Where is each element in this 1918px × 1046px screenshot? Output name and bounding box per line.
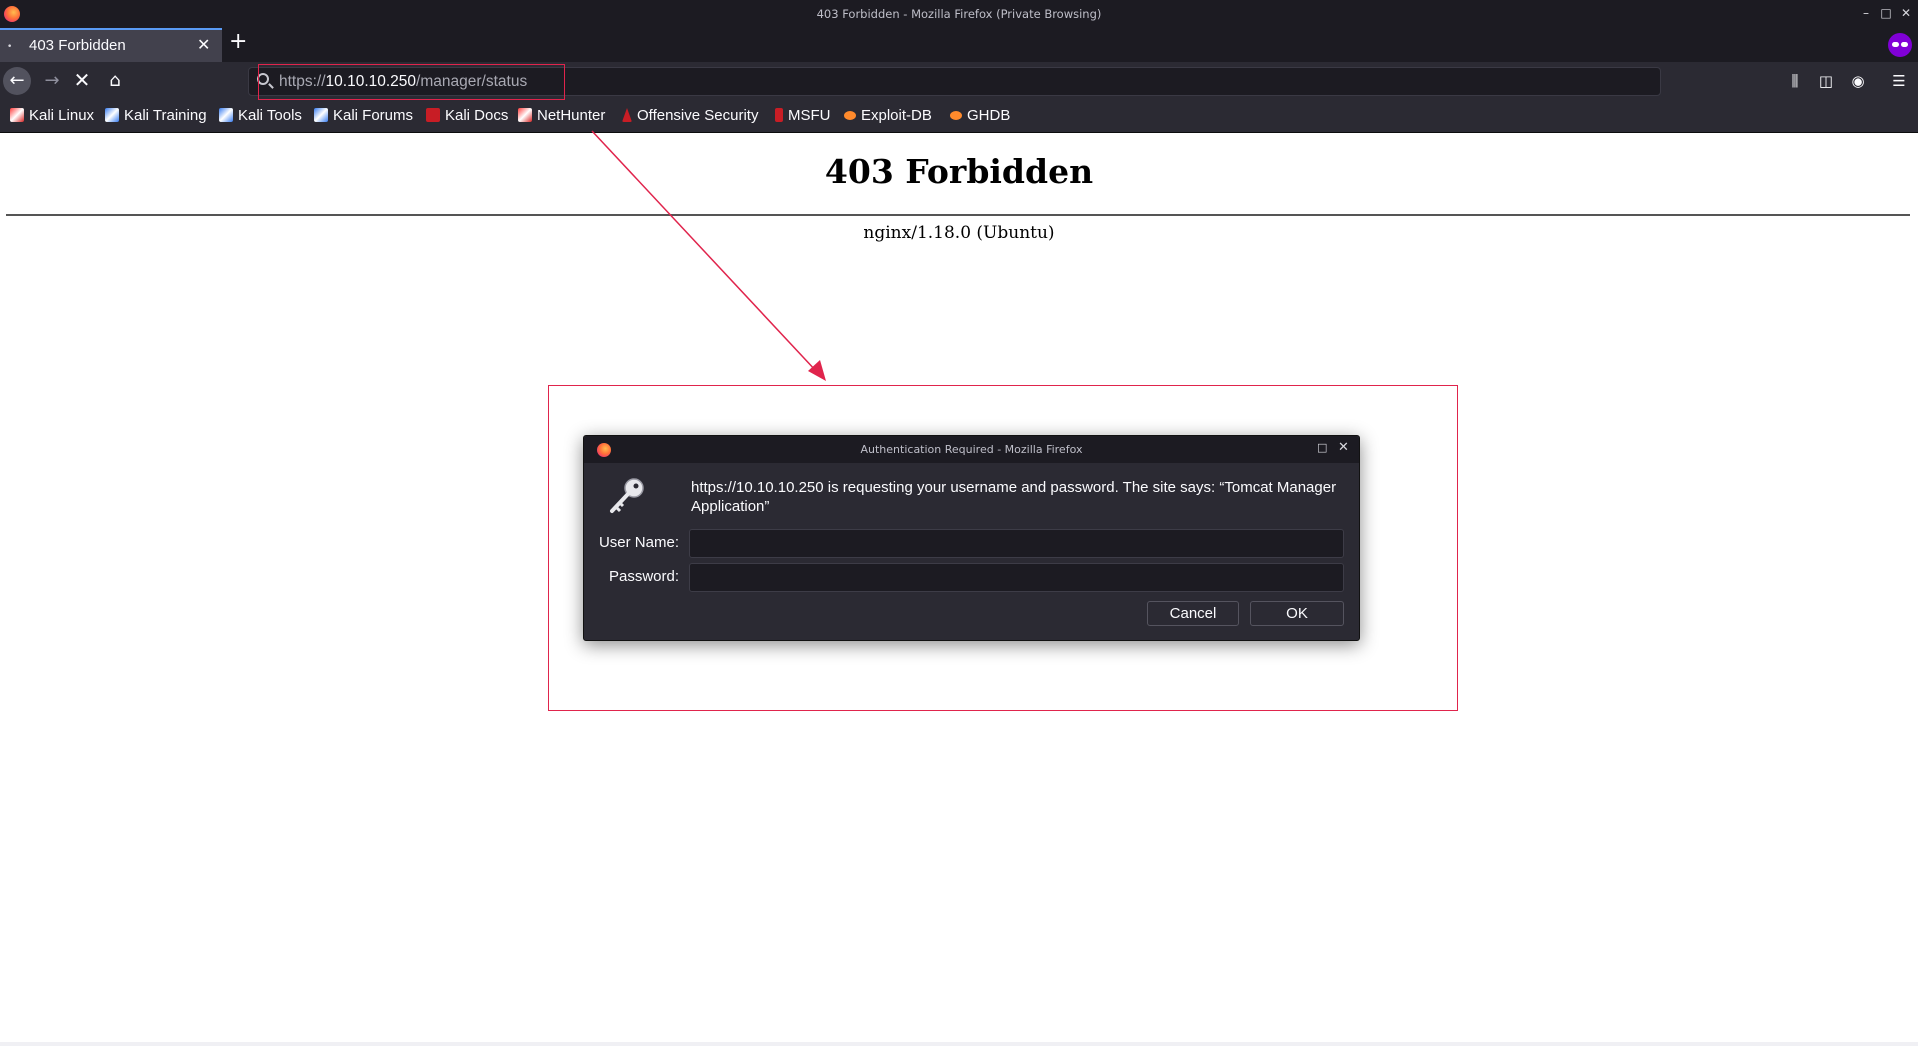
home-button[interactable]: ⌂	[101, 67, 129, 95]
page-heading: 403 Forbidden	[824, 152, 1094, 191]
menu-icon[interactable]: ☰	[1889, 72, 1909, 90]
bookmark-label: GHDB	[967, 107, 1011, 124]
window-close-button[interactable]: ✕	[1898, 6, 1914, 20]
stop-button[interactable]: ✕	[68, 67, 96, 95]
bookmark-label: NetHunter	[537, 107, 606, 124]
dialog-title: Authentication Required - Mozilla Firefo…	[860, 443, 1083, 456]
bookmark-offensive-security[interactable]: Offensive Security	[622, 107, 758, 127]
password-label: Password:	[608, 568, 679, 585]
library-icon[interactable]: ⫼	[1785, 72, 1805, 90]
bookmarks-toolbar: Kali Linux Kali Training Kali Tools Kali…	[0, 100, 1918, 133]
username-field[interactable]	[689, 529, 1344, 558]
kali-icon	[219, 108, 233, 122]
bookmark-label: Kali Tools	[238, 107, 302, 124]
url-scheme: https://	[279, 73, 326, 90]
loading-dot-icon: •	[7, 42, 13, 52]
bookmark-label: MSFU	[788, 107, 831, 124]
window-title: 403 Forbidden - Mozilla Firefox (Private…	[816, 7, 1102, 21]
bookmark-label: Kali Forums	[333, 107, 414, 124]
dialog-message: https://10.10.10.250 is requesting your …	[691, 479, 1337, 515]
maximize-button[interactable]: □	[1878, 6, 1894, 20]
bookmark-kali-training[interactable]: Kali Training	[105, 107, 207, 127]
new-tab-button[interactable]: +	[229, 29, 247, 54]
server-signature: nginx/1.18.0 (Ubuntu)	[863, 223, 1055, 243]
bookmark-label: Kali Docs	[445, 107, 509, 124]
bookmark-exploit-db[interactable]: Exploit-DB	[844, 107, 932, 127]
password-field[interactable]	[689, 563, 1344, 592]
url-path: /manager/status	[416, 73, 528, 90]
account-icon[interactable]: ◉	[1848, 72, 1868, 90]
auth-dialog: Authentication Required - Mozilla Firefo…	[583, 435, 1360, 641]
kali-icon	[314, 108, 328, 122]
msfu-icon	[775, 108, 783, 122]
bookmark-label: Kali Linux	[29, 107, 95, 124]
bookmark-label: Exploit-DB	[861, 107, 932, 124]
back-button[interactable]: ←	[3, 67, 31, 95]
bookmark-ghdb[interactable]: GHDB	[950, 107, 1010, 127]
private-browsing-icon	[1888, 33, 1912, 57]
bookmark-kali-forums[interactable]: Kali Forums	[314, 107, 413, 127]
search-icon	[257, 73, 269, 85]
exploitdb-icon	[844, 111, 856, 120]
bookmark-msfu[interactable]: MSFU	[775, 107, 831, 127]
ok-button[interactable]: OK	[1250, 601, 1344, 626]
window-titlebar: 403 Forbidden - Mozilla Firefox (Private…	[0, 0, 1918, 28]
bookmark-label: Offensive Security	[637, 107, 759, 124]
bookmark-kali-tools[interactable]: Kali Tools	[219, 107, 302, 127]
url-text[interactable]: https://10.10.10.250/manager/status	[279, 73, 527, 91]
dialog-close-button[interactable]: ✕	[1338, 440, 1349, 455]
bookmark-nethunter[interactable]: NetHunter	[518, 107, 605, 127]
navigation-toolbar: ← → ✕ ⌂ https://10.10.10.250/manager/sta…	[0, 62, 1918, 100]
page-bottom-edge	[0, 1042, 1918, 1046]
kali-red-icon	[10, 108, 24, 122]
minimize-button[interactable]: –	[1858, 6, 1874, 20]
url-bar[interactable]: https://10.10.10.250/manager/status	[248, 67, 1661, 96]
kali-red-icon	[518, 108, 532, 122]
page-divider	[6, 214, 1910, 216]
bookmark-kali-docs[interactable]: Kali Docs	[426, 107, 508, 127]
dialog-titlebar: Authentication Required - Mozilla Firefo…	[584, 436, 1359, 463]
username-label: User Name:	[598, 534, 679, 551]
url-host: 10.10.10.250	[325, 73, 417, 90]
dialog-maximize-button[interactable]: □	[1317, 441, 1327, 454]
tab-active[interactable]: • 403 Forbidden ✕	[0, 28, 222, 62]
docs-icon	[426, 108, 440, 122]
key-icon	[610, 478, 644, 513]
exploitdb-icon	[950, 111, 962, 120]
sidebar-icon[interactable]: ◫	[1816, 72, 1836, 90]
tab-label: 403 Forbidden	[29, 37, 126, 54]
kali-icon	[105, 108, 119, 122]
tab-strip: • 403 Forbidden ✕ +	[0, 28, 1918, 62]
bookmark-kali-linux[interactable]: Kali Linux	[10, 107, 94, 127]
offsec-icon	[622, 108, 632, 122]
forward-button[interactable]: →	[38, 67, 66, 95]
tab-close-icon[interactable]: ✕	[197, 35, 210, 54]
cancel-button[interactable]: Cancel	[1147, 601, 1239, 626]
bookmark-label: Kali Training	[124, 107, 207, 124]
